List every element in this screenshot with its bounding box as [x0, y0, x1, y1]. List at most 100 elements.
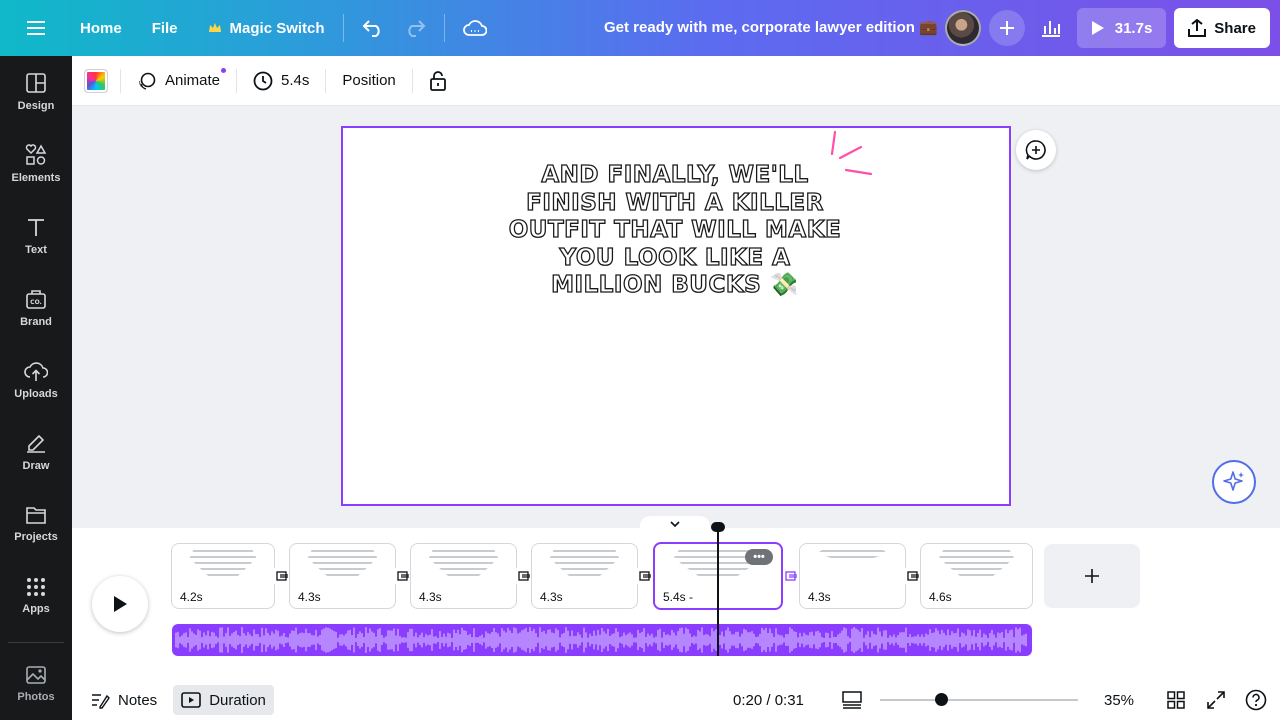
sidebar-item-text[interactable]: Text	[0, 204, 72, 268]
animate-button[interactable]: Animate	[133, 63, 229, 99]
sidebar-item-design[interactable]: Design	[0, 60, 72, 124]
timeline-clip[interactable]: 4.3s	[531, 543, 638, 609]
sidebar-item-label: Apps	[22, 603, 50, 615]
clip-duration: 4.3s	[298, 590, 321, 604]
projects-icon	[26, 507, 46, 524]
headline-text[interactable]: And finally, we'll finish with a killer …	[500, 161, 850, 300]
timeline-clip[interactable]: 4.3s	[410, 543, 517, 609]
magic-assistant-button[interactable]	[1212, 460, 1256, 504]
timeline-clip[interactable]: 4.6s	[920, 543, 1033, 609]
sidebar-item-elements[interactable]: Elements	[0, 132, 72, 196]
divider	[120, 68, 121, 93]
clip-duration: 5.4s -	[663, 590, 694, 604]
zoom-level[interactable]: 35%	[1104, 692, 1134, 709]
file-menu-button[interactable]: File	[142, 8, 188, 48]
sidebar-item-label: Text	[25, 244, 47, 256]
text-color-picker[interactable]	[84, 68, 108, 93]
bar-chart-icon	[1041, 21, 1060, 37]
home-button[interactable]: Home	[70, 8, 132, 48]
help-button[interactable]	[1244, 688, 1268, 712]
grid-view-button[interactable]	[1164, 688, 1188, 712]
divider	[325, 68, 327, 93]
transition-icon	[276, 571, 288, 581]
page-duration-button[interactable]: 5.4s	[249, 63, 313, 99]
redo-button[interactable]	[394, 8, 436, 48]
undo-button[interactable]	[352, 8, 394, 48]
text-icon	[28, 219, 44, 236]
comment-add-icon	[1025, 140, 1046, 160]
transition-icon	[639, 571, 651, 581]
notes-label: Notes	[118, 691, 158, 709]
play-icon	[1091, 21, 1104, 35]
document-title[interactable]: Get ready with me, corporate lawyer edit…	[604, 18, 938, 36]
invite-button[interactable]	[988, 10, 1025, 46]
sidebar-item-photos[interactable]: Photos	[0, 652, 72, 716]
brand-icon: CO.	[26, 290, 46, 309]
animate-icon	[138, 72, 156, 90]
sidebar-item-projects[interactable]: Projects	[0, 492, 72, 556]
sidebar-item-brand[interactable]: CO. Brand	[0, 276, 72, 340]
clip-more-options-button[interactable]: •••	[745, 549, 773, 565]
clock-icon	[253, 71, 273, 90]
zoom-slider-handle[interactable]	[935, 693, 948, 706]
notification-dot	[219, 65, 229, 75]
sidebar-item-draw[interactable]: Draw	[0, 420, 72, 484]
clip-thumbnail	[189, 550, 257, 576]
main-menu-button[interactable]	[0, 8, 72, 48]
page-view-button[interactable]	[840, 688, 864, 712]
sidebar-item-label: Brand	[20, 316, 52, 328]
apps-icon	[27, 578, 45, 596]
elements-icon	[25, 144, 47, 165]
audio-track[interactable]	[172, 624, 1032, 656]
add-page-button[interactable]	[1044, 544, 1140, 608]
share-button[interactable]: Share	[1174, 8, 1270, 48]
draw-icon	[27, 434, 45, 453]
expand-icon	[1207, 691, 1225, 709]
plus-icon	[1085, 569, 1099, 583]
sidebar-item-label: Draw	[22, 460, 50, 472]
playhead[interactable]	[717, 528, 719, 656]
timeline-clip[interactable]: 4.2s	[171, 543, 275, 609]
notes-button[interactable]: Notes	[82, 685, 165, 715]
video-play-icon	[181, 692, 201, 708]
clip-duration: 4.3s	[540, 590, 563, 604]
clip-thumbnail	[549, 550, 620, 576]
magic-switch-label: Magic Switch	[229, 19, 325, 37]
svg-text:CO.: CO.	[30, 299, 42, 306]
sidebar-item-label: Photos	[17, 691, 55, 703]
divider	[443, 14, 445, 42]
crown-icon	[208, 23, 221, 32]
sidebar-item-uploads[interactable]: Uploads	[0, 348, 72, 412]
sparkle-decoration[interactable]	[826, 128, 876, 178]
divider	[236, 68, 238, 93]
share-upload-icon	[1188, 19, 1207, 37]
zoom-slider-track[interactable]	[880, 699, 1078, 701]
duration-toggle-button[interactable]: Duration	[173, 685, 274, 715]
playhead-handle[interactable]	[711, 522, 725, 532]
divider	[411, 68, 413, 93]
collapse-timeline-button[interactable]	[640, 516, 710, 532]
transition-icon	[518, 571, 530, 581]
sidebar-item-label: Projects	[14, 531, 58, 543]
page-duration-label: 5.4s	[281, 72, 310, 89]
timeline-clip[interactable]: 4.3s	[799, 543, 906, 609]
sidebar-item-apps[interactable]: Apps	[0, 564, 72, 628]
hamburger-icon	[27, 21, 45, 35]
duration-label: Duration	[209, 691, 266, 709]
position-button[interactable]: Position	[338, 63, 399, 99]
animate-label: Animate	[165, 72, 221, 89]
timeline-clip[interactable]: 4.3s	[289, 543, 396, 609]
insights-button[interactable]	[1033, 8, 1069, 48]
add-comment-button[interactable]	[1016, 130, 1056, 170]
sidebar-item-label: Elements	[11, 172, 61, 184]
avatar[interactable]	[944, 10, 981, 46]
undo-icon	[362, 20, 380, 37]
cloud-save-status[interactable]	[453, 8, 497, 48]
fullscreen-button[interactable]	[1204, 688, 1228, 712]
present-play-button[interactable]: 31.7s	[1076, 8, 1167, 48]
lock-button[interactable]	[425, 63, 451, 99]
top-bar: Home File Magic Switch Get ready with me…	[0, 0, 1280, 56]
transition-icon	[397, 571, 409, 581]
timeline-play-button[interactable]	[92, 576, 148, 632]
magic-switch-button[interactable]: Magic Switch	[198, 8, 335, 48]
